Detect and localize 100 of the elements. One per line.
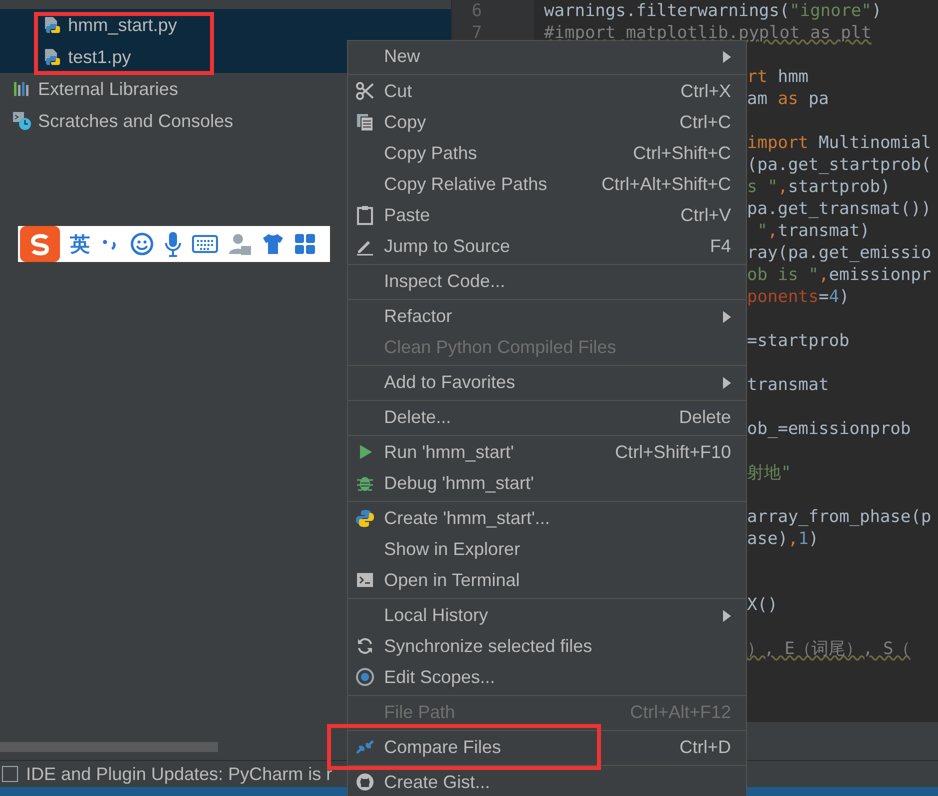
- menu-item-label: Copy: [384, 112, 428, 133]
- scrollbar-thumb[interactable]: [0, 742, 218, 752]
- submenu-arrow-icon: [723, 376, 731, 388]
- menu-item-label: Copy Paths: [384, 143, 478, 164]
- keyboard-icon[interactable]: [192, 235, 218, 253]
- shortcut-label: Ctrl+Shift+F10: [614, 442, 731, 463]
- code-line: am as pa: [747, 89, 829, 109]
- shortcut-label: Delete: [678, 407, 731, 428]
- python-file-icon: [42, 15, 62, 35]
- tree-item-label: hmm_start.py: [68, 14, 178, 36]
- shortcut-label: Ctrl+Shift+C: [632, 143, 731, 164]
- menu-item-label: Show in Explorer: [384, 539, 522, 560]
- menu-item-label: Copy Relative Paths: [384, 174, 548, 195]
- menu-item-label: Edit Scopes...: [384, 667, 496, 688]
- menu-item[interactable]: Create 'hmm_start'...: [348, 503, 746, 534]
- github-icon: [355, 772, 375, 792]
- code-line: ponents=4): [747, 287, 850, 307]
- microphone-icon[interactable]: [164, 231, 182, 257]
- menu-item-label: Create Gist...: [384, 772, 492, 793]
- submenu-arrow-icon: [723, 50, 731, 62]
- menu-item-label: Jump to Source: [384, 236, 512, 257]
- menu-item-label: Compare Files: [384, 737, 502, 758]
- menu-item-label: New: [384, 46, 422, 67]
- emoji-icon[interactable]: [130, 232, 154, 256]
- ime-mode-toggle[interactable]: 英: [70, 230, 90, 258]
- menu-item[interactable]: Open in Terminal: [348, 565, 746, 596]
- menu-item[interactable]: Local History: [348, 600, 746, 631]
- tree-item-label: Scratches and Consoles: [38, 110, 234, 132]
- menu-item[interactable]: Delete... Delete: [348, 402, 746, 433]
- menu-item[interactable]: Jump to Source F4: [348, 231, 746, 262]
- menu-item-label: Refactor: [384, 306, 454, 327]
- submenu-arrow-icon: [723, 310, 731, 322]
- menu-item[interactable]: Copy Relative Paths Ctrl+Alt+Shift+C: [348, 169, 746, 200]
- scissors-icon: [355, 81, 375, 101]
- user-icon[interactable]: [228, 232, 252, 256]
- code-line: (pa.get_startprob(: [747, 155, 932, 175]
- code-line: transmat: [747, 375, 829, 395]
- menu-item-label: Debug 'hmm_start': [384, 473, 535, 494]
- code-line: X(): [747, 595, 778, 615]
- code-line: ase),1): [747, 529, 819, 549]
- menu-item[interactable]: Run 'hmm_start' Ctrl+Shift+F10: [348, 437, 746, 468]
- code-line: import Multinomial: [747, 133, 932, 153]
- scratches-icon: [12, 111, 32, 131]
- menu-item-label: Add to Favorites: [384, 372, 516, 393]
- menu-item[interactable]: Edit Scopes...: [348, 662, 746, 693]
- menu-item-label: Create 'hmm_start'...: [384, 508, 551, 529]
- shortcut-label: Ctrl+X: [680, 81, 731, 102]
- code-line: s ",startprob): [747, 177, 890, 197]
- menu-item-label: Cut: [384, 81, 414, 102]
- menu-item[interactable]: Create Gist...: [348, 767, 746, 796]
- ime-logo-icon[interactable]: [20, 226, 60, 262]
- menu-item-label: Inspect Code...: [384, 271, 506, 292]
- menu-item-label: Synchronize selected files: [384, 636, 594, 657]
- code-line: #import matplotlib.pyplot as plt: [544, 23, 872, 43]
- shortcut-label: F4: [710, 236, 731, 257]
- window-icon[interactable]: [2, 766, 18, 782]
- menu-item[interactable]: Compare Files Ctrl+D: [348, 732, 746, 763]
- sync-icon: [355, 636, 375, 656]
- scope-icon: [355, 667, 375, 687]
- code-line: ob_=emissionprob: [747, 419, 911, 439]
- code-line: warnings.filterwarnings("ignore"): [544, 1, 882, 21]
- terminal-icon: [355, 570, 375, 590]
- menu-item[interactable]: Inspect Code...: [348, 266, 746, 297]
- shirt-icon[interactable]: [262, 233, 284, 255]
- menu-item[interactable]: Show in Explorer: [348, 534, 746, 565]
- menu-item[interactable]: Copy Paths Ctrl+Shift+C: [348, 138, 746, 169]
- code-line: =startprob: [747, 331, 850, 351]
- clipboard-icon: [355, 205, 375, 225]
- code-line: 射地": [747, 463, 792, 483]
- python-file-icon: [42, 47, 62, 67]
- shortcut-label: Ctrl+C: [679, 112, 731, 133]
- copy-icon: [355, 112, 375, 132]
- menu-item[interactable]: Paste Ctrl+V: [348, 200, 746, 231]
- grid-icon[interactable]: [294, 233, 316, 255]
- menu-item-label: Paste: [384, 205, 432, 226]
- code-line: pa.get_transmat()): [747, 199, 932, 219]
- code-line: ray(pa.get_emissio: [747, 243, 932, 263]
- tree-item[interactable]: hmm_start.py: [0, 9, 451, 41]
- code-line: ",transmat): [756, 221, 870, 241]
- shortcut-label: Ctrl+Alt+Shift+C: [601, 174, 731, 195]
- menu-item[interactable]: Copy Ctrl+C: [348, 107, 746, 138]
- menu-item-label: Open in Terminal: [384, 570, 521, 591]
- menu-item[interactable]: Cut Ctrl+X: [348, 76, 746, 107]
- menu-item-label: Delete...: [384, 407, 452, 428]
- code-line: array_from_phase(p: [747, 507, 932, 527]
- menu-item[interactable]: Debug 'hmm_start': [348, 468, 746, 499]
- python-icon: [355, 508, 375, 528]
- submenu-arrow-icon: [723, 610, 731, 622]
- tree-item-label: External Libraries: [38, 78, 178, 100]
- code-line: ）, E（词尾）, S（: [747, 639, 910, 659]
- menu-item-label: Run 'hmm_start': [384, 442, 515, 463]
- menu-item[interactable]: Add to Favorites: [348, 367, 746, 398]
- status-message: IDE and Plugin Updates: PyCharm is r: [26, 764, 332, 784]
- shortcut-label: Ctrl+V: [680, 205, 731, 226]
- code-line: rt hmm: [747, 67, 808, 87]
- code-line: ob is ",emissionpr: [747, 265, 932, 285]
- menu-item[interactable]: Refactor: [348, 301, 746, 332]
- tree-item-label: test1.py: [68, 46, 132, 68]
- menu-item-label: Local History: [384, 605, 490, 626]
- menu-item[interactable]: Synchronize selected files: [348, 631, 746, 662]
